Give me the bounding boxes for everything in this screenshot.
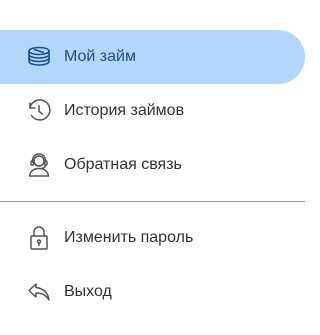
menu-item-my-loan[interactable]: Мой займ — [0, 30, 305, 84]
stack-icon — [25, 43, 53, 71]
menu-item-label: Выход — [64, 283, 112, 300]
menu-item-feedback[interactable]: Обратная связь — [0, 138, 305, 192]
support-icon — [25, 151, 53, 179]
menu-item-label: История займов — [64, 102, 185, 119]
logout-icon — [25, 278, 53, 306]
menu-item-label: Мой займ — [64, 48, 136, 65]
lock-icon — [25, 224, 53, 252]
menu-item-label: Обратная связь — [64, 156, 182, 173]
side-menu: Мой займ История займов Обратная связь И… — [0, 0, 313, 335]
menu-divider — [0, 201, 305, 202]
history-icon — [25, 97, 53, 125]
menu-item-label: Изменить пароль — [64, 229, 194, 246]
menu-item-loan-history[interactable]: История займов — [0, 84, 305, 138]
menu-item-change-password[interactable]: Изменить пароль — [0, 211, 305, 265]
menu-item-logout[interactable]: Выход — [0, 265, 305, 319]
